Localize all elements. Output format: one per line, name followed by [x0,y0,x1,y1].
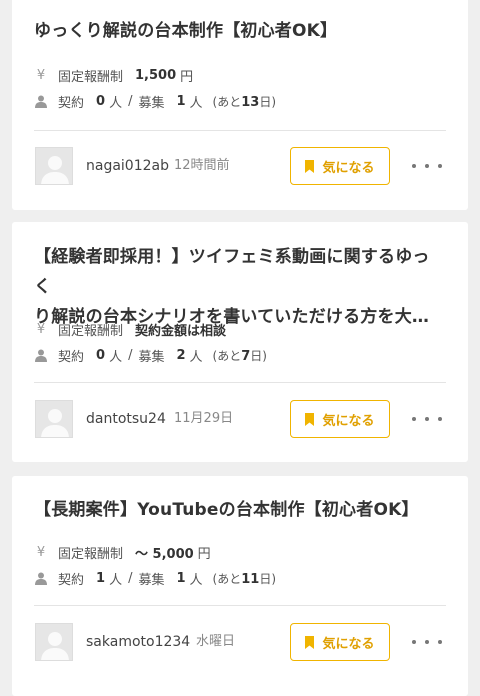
recruit-unit: 人 [189,349,203,365]
remaining-days-value: 7 [241,348,251,364]
pay-type: 固定報酬制 [58,546,124,562]
remaining-suffix: 日) [250,348,267,363]
favorite-button[interactable]: 気になる [290,623,390,661]
posted-date: 12時間前 [174,158,230,173]
divider [34,382,446,383]
remaining-suffix: 日) [259,571,277,586]
pay-row: ¥ 固定報酬制 〜 5,000 円 [34,541,458,563]
separator: / [128,93,133,109]
bookmark-icon [305,159,315,173]
recruit-count: 1 [176,570,186,586]
contract-unit: 人 [109,349,123,365]
yen-icon: ¥ [36,67,46,83]
recruit-count: 1 [176,93,186,109]
posted-date: 水曜日 [196,634,236,649]
pay-type: 固定報酬制 [58,323,124,339]
pay-unit: 円 [197,546,211,562]
person-icon [34,95,48,108]
remaining-prefix: (あと [212,348,242,363]
more-options-icon[interactable] [412,156,442,176]
recruit-count: 2 [176,347,186,363]
contract-label: 契約 [58,349,85,365]
pay-row: ¥ 固定報酬制 1,500 円 [34,64,458,86]
contract-unit: 人 [109,572,123,588]
remaining-days-value: 13 [241,94,260,110]
divider [34,130,446,131]
yen-icon: ¥ [36,544,46,560]
yen-icon: ¥ [36,321,46,337]
people-row: 契約 1 人 / 募集 1 人 (あと11日) [34,567,458,589]
more-options-icon[interactable] [412,409,442,429]
job-card[interactable]: 【経験者即採用！】ツイフェミ系動画に関するゆっく り解説の台本シナリオを書いてい… [12,222,468,462]
posted-date: 11月29日 [174,411,234,426]
username[interactable]: dantotsu24 [86,409,166,429]
contract-count: 0 [96,347,106,363]
favorite-label: 気になる [322,413,375,429]
people-row: 契約 0 人 / 募集 2 人 (あと7日) [34,344,458,366]
person-icon [34,572,48,585]
favorite-label: 気になる [322,160,375,176]
job-card[interactable]: 【長期案件】YouTubeの台本制作【初心者OK】 ¥ 固定報酬制 〜 5,00… [12,476,468,696]
job-card[interactable]: ゆっくり解説の台本制作【初心者OK】 ¥ 固定報酬制 1,500 円 契約 0 … [12,0,468,210]
bookmark-icon [305,635,315,649]
pay-type: 固定報酬制 [58,69,124,85]
favorite-button[interactable]: 気になる [290,147,390,185]
separator: / [128,570,133,586]
separator: / [128,347,133,363]
contract-unit: 人 [109,95,123,111]
remaining-prefix: (あと [212,571,242,586]
job-title-line: 【経験者即採用！】ツイフェミ系動画に関するゆっく [34,247,430,297]
pay-value: 契約金額は相談 [135,323,227,339]
username[interactable]: sakamoto1234 [86,632,190,652]
favorite-button[interactable]: 気になる [290,400,390,438]
pay-unit: 円 [180,69,194,85]
recruit-unit: 人 [189,95,203,111]
people-row: 契約 0 人 / 募集 1 人 (あと13日) [34,90,458,112]
more-options-icon[interactable] [412,632,442,652]
remaining-suffix: 日) [259,94,277,109]
contract-label: 契約 [58,95,85,111]
avatar[interactable] [35,400,73,438]
contract-count: 1 [96,570,106,586]
pay-value: 〜 5,000 [135,546,194,562]
recruit-label: 募集 [138,572,165,588]
remaining-days: (あと13日) [213,93,276,110]
pay-value: 1,500 [135,67,177,83]
contract-label: 契約 [58,572,85,588]
person-icon [34,349,48,362]
remaining-days: (あと11日) [213,570,276,587]
bookmark-icon [305,412,315,426]
job-title-line: ゆっくり解説の台本制作【初心者OK】 [34,21,338,41]
avatar[interactable] [35,147,73,185]
favorite-label: 気になる [322,636,375,652]
remaining-days-value: 11 [241,571,260,587]
remaining-prefix: (あと [212,94,242,109]
job-title[interactable]: 【長期案件】YouTubeの台本制作【初心者OK】 [34,495,446,525]
remaining-days: (あと7日) [213,347,267,364]
recruit-label: 募集 [138,349,165,365]
recruit-unit: 人 [189,572,203,588]
job-title-line: 【長期案件】YouTubeの台本制作【初心者OK】 [34,500,419,520]
divider [34,605,446,606]
contract-count: 0 [96,93,106,109]
job-title[interactable]: ゆっくり解説の台本制作【初心者OK】 [34,16,446,46]
username[interactable]: nagai012ab [86,156,169,176]
recruit-label: 募集 [138,95,165,111]
avatar[interactable] [35,623,73,661]
pay-row: ¥ 固定報酬制 契約金額は相談 [34,318,458,340]
